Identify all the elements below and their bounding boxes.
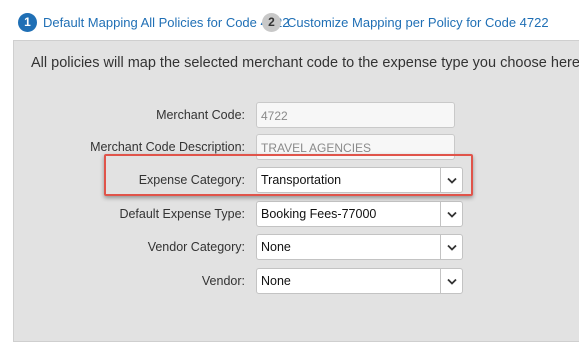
default-expense-type-row: Default Expense Type: Booking Fees-77000 xyxy=(14,201,579,229)
vendor-row: Vendor: None xyxy=(14,268,579,296)
tab-label: Customize Mapping per Policy for Code 47… xyxy=(287,14,549,30)
chevron-down-icon[interactable] xyxy=(440,269,462,293)
intro-text: All policies will map the selected merch… xyxy=(31,55,579,71)
tab-number-badge: 1 xyxy=(18,12,37,32)
tab-number-badge: 2 xyxy=(262,12,281,32)
vendor-value: None xyxy=(261,274,291,288)
mapping-tabs: 1 Default Mapping All Policies for Code … xyxy=(0,0,579,36)
default-expense-type-label: Default Expense Type: xyxy=(119,207,245,221)
chevron-down-icon[interactable] xyxy=(440,202,462,226)
vendor-select[interactable]: None xyxy=(256,268,463,294)
vendor-category-value: None xyxy=(261,240,291,254)
tab-label: Default Mapping All Policies for Code 47… xyxy=(43,14,290,30)
vendor-category-select[interactable]: None xyxy=(256,234,463,260)
merchant-code-description-label: Merchant Code Description: xyxy=(90,140,245,154)
default-expense-type-select[interactable]: Booking Fees-77000 xyxy=(256,201,463,227)
merchant-code-label: Merchant Code: xyxy=(156,108,245,122)
tab-customize-mapping[interactable]: 2 Customize Mapping per Policy for Code … xyxy=(262,11,549,33)
vendor-category-label: Vendor Category: xyxy=(147,240,245,254)
chevron-down-icon[interactable] xyxy=(440,235,462,259)
vendor-category-row: Vendor Category: None xyxy=(14,234,579,262)
merchant-code-field[interactable]: 4722 xyxy=(256,102,455,128)
tab-default-mapping[interactable]: 1 Default Mapping All Policies for Code … xyxy=(18,11,289,33)
default-expense-type-value: Booking Fees-77000 xyxy=(261,207,377,221)
vendor-label: Vendor: xyxy=(201,274,245,288)
highlight-box xyxy=(104,154,473,196)
merchant-code-row: Merchant Code: 4722 xyxy=(14,102,579,130)
